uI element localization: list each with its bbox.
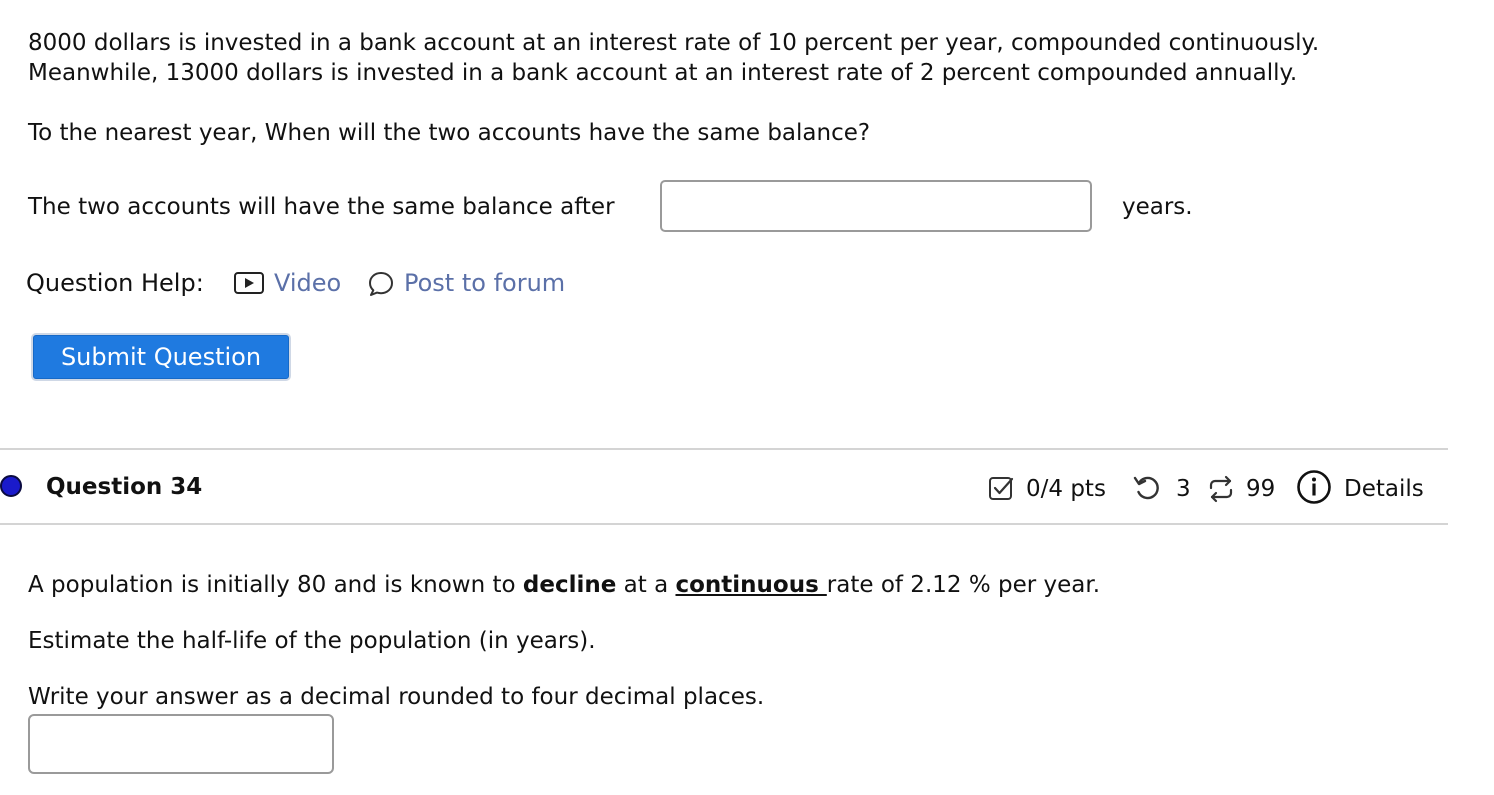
question-prompt: To the nearest year, When will the two a… bbox=[28, 120, 871, 146]
question-text: at a bbox=[616, 572, 676, 598]
answer-unit: years. bbox=[1122, 194, 1193, 220]
decline-emphasis: decline bbox=[522, 572, 617, 598]
question-text: A population is initially 80 and is know… bbox=[28, 572, 523, 598]
question-status-dot bbox=[0, 475, 22, 497]
question-body-line-2: Estimate the half-life of the population… bbox=[28, 628, 596, 654]
info-icon bbox=[1297, 470, 1331, 504]
question-body-line-1: A population is initially 80 and is know… bbox=[28, 570, 1428, 600]
retry-icon bbox=[1133, 476, 1159, 500]
question-text: rate of 2.12 % per year. bbox=[826, 572, 1101, 598]
continuous-emphasis: continuous bbox=[675, 572, 827, 598]
question-header: Question 34 0/4 pts 3 99 Details bbox=[0, 450, 1448, 523]
submit-question-button[interactable]: Submit Question bbox=[33, 335, 289, 379]
problem-line-1: 8000 dollars is invested in a bank accou… bbox=[28, 30, 1320, 56]
question-help-label: Question Help: bbox=[26, 269, 204, 297]
points-text: 0/4 pts bbox=[1026, 476, 1106, 502]
question-title: Question 34 bbox=[46, 474, 203, 500]
post-to-forum-label: Post to forum bbox=[404, 269, 566, 297]
answer-row: The two accounts will have the same bala… bbox=[28, 180, 1228, 236]
details-label: Details bbox=[1344, 476, 1424, 502]
divider bbox=[0, 523, 1448, 525]
speech-bubble-icon bbox=[369, 272, 393, 296]
answer-label: The two accounts will have the same bala… bbox=[28, 194, 615, 220]
question-body-line-3: Write your answer as a decimal rounded t… bbox=[28, 684, 765, 710]
retries-count: 3 bbox=[1176, 476, 1191, 502]
attempts-count: 99 bbox=[1246, 476, 1276, 502]
half-life-answer-input[interactable] bbox=[28, 714, 334, 774]
video-play-icon bbox=[234, 272, 264, 294]
video-link-label: Video bbox=[274, 269, 342, 297]
answer-input[interactable] bbox=[660, 180, 1092, 232]
problem-statement: 8000 dollars is invested in a bank accou… bbox=[28, 28, 1468, 88]
checkbox-icon bbox=[989, 477, 1014, 500]
attempts-icon bbox=[1209, 475, 1233, 503]
problem-line-2: Meanwhile, 13000 dollars is invested in … bbox=[28, 60, 1298, 86]
